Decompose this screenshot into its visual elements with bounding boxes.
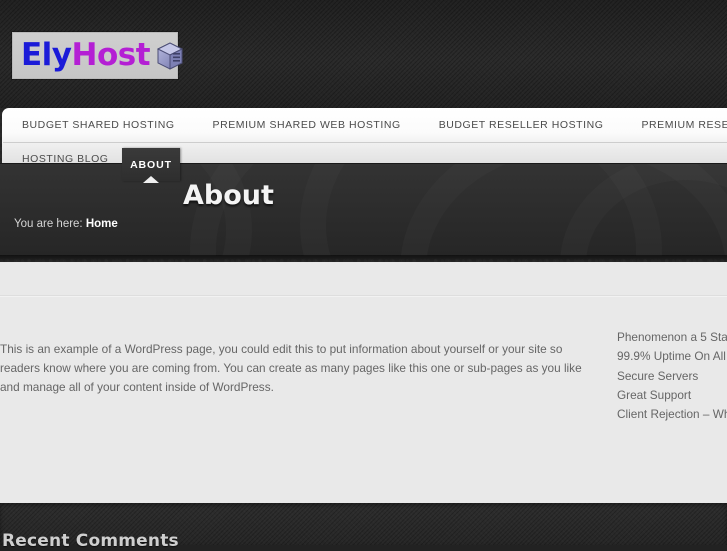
content-divider-highlight [0, 296, 727, 297]
list-item[interactable]: Phenomenon a 5 Star [617, 328, 727, 347]
list-item[interactable]: Great Support [617, 386, 727, 405]
nav-item-budget-shared-hosting[interactable]: BUDGET SHARED HOSTING [22, 119, 175, 131]
list-item[interactable]: Secure Servers [617, 367, 727, 386]
page-title: About [183, 180, 274, 211]
logo-wordmark: ElyHost [21, 37, 151, 73]
breadcrumb-current[interactable]: Home [86, 218, 118, 230]
list-item[interactable]: 99.9% Uptime On All O [617, 347, 727, 366]
nav-item-premium-shared-web-hosting[interactable]: PREMIUM SHARED WEB HOSTING [213, 119, 401, 131]
logo-text-primary: Ely [21, 37, 72, 73]
nav-item-premium-reseller-hosting[interactable]: PREMIUM RESELLER HOSTING [641, 119, 727, 131]
page-hero-banner [0, 163, 727, 256]
breadcrumb: You are here: Home [14, 218, 118, 230]
sidebar-widget-list: Phenomenon a 5 Star 99.9% Uptime On All … [617, 328, 727, 424]
list-item[interactable]: Client Rejection – Why [617, 405, 727, 424]
article-body: This is an example of a WordPress page, … [0, 341, 582, 394]
logo-text-secondary: Host [71, 37, 151, 73]
nav-row-primary: BUDGET SHARED HOSTING PREMIUM SHARED WEB… [2, 108, 727, 142]
site-logo[interactable]: ElyHost [12, 32, 184, 79]
page-root: ElyHost BUDGET SHARED HOSTING PREMIUM SH… [0, 0, 727, 551]
active-tab-arrow-icon [143, 176, 159, 183]
nav-item-budget-reseller-hosting[interactable]: BUDGET RESELLER HOSTING [439, 119, 604, 131]
server-icon [154, 40, 186, 72]
hero-shadow [0, 255, 727, 265]
footer-section-title: Recent Comments [2, 531, 179, 551]
breadcrumb-prefix: You are here: [14, 218, 83, 230]
